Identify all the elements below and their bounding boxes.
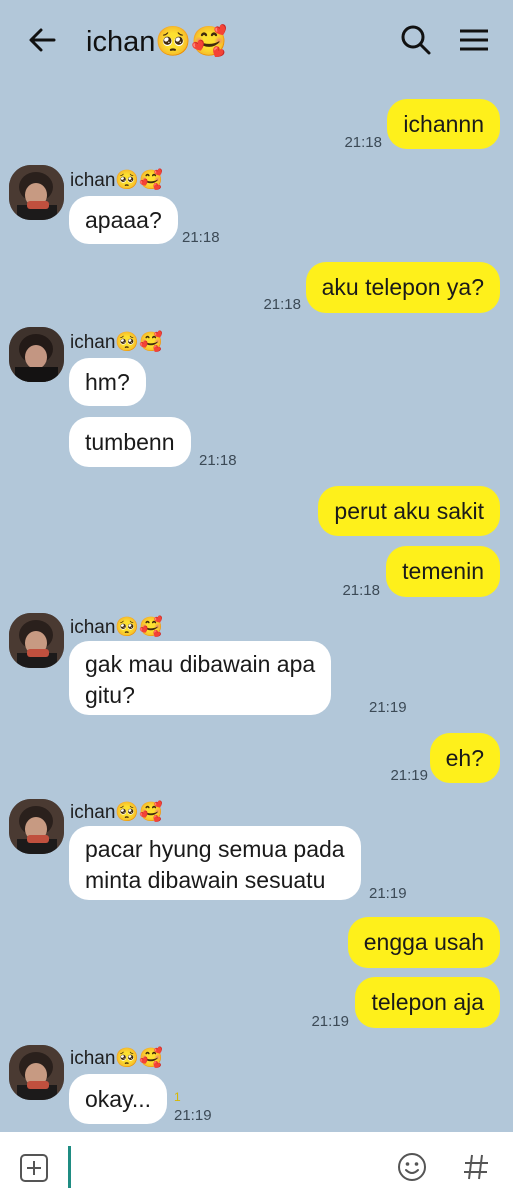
avatar-photo	[9, 799, 64, 854]
message-text: tumbenn	[85, 428, 175, 455]
avatar-photo	[9, 327, 64, 382]
sender-name: ichan🥺🥰	[70, 1048, 163, 1069]
message-time: 21:18	[263, 296, 301, 313]
message-bubble-received[interactable]: apaaa?	[69, 196, 178, 244]
message-bubble-sent[interactable]: aku telepon ya?	[305, 262, 500, 313]
message-bubble-received[interactable]: gak mau dibawain apa gitu?	[69, 641, 332, 715]
sender-name: ichan🥺🥰	[70, 617, 163, 638]
message-text: aku telepon ya?	[321, 274, 484, 300]
sender-name: ichan🥺🥰	[70, 802, 163, 823]
message-text-line: pacar hyung semua pada	[85, 836, 345, 862]
message-bubble-sent[interactable]: telepon aja	[355, 977, 500, 1028]
message-time: 21:19	[369, 699, 407, 716]
message-input-field[interactable]	[68, 1146, 71, 1188]
message-time: 21:18	[344, 134, 382, 151]
message-time: 21:18	[342, 582, 380, 599]
avatar-photo	[9, 165, 64, 220]
message-text: perut aku sakit	[334, 497, 484, 524]
arrow-left-icon[interactable]	[26, 24, 58, 56]
message-time: 21:19	[311, 1013, 349, 1030]
message-time: 21:18	[182, 229, 220, 246]
message-bubble-sent[interactable]: ichannn	[387, 99, 500, 149]
avatar[interactable]	[9, 327, 64, 382]
message-text-line: gitu?	[85, 682, 135, 708]
message-time: 21:19	[174, 1107, 212, 1124]
avatar[interactable]	[9, 1045, 64, 1100]
sender-name: ichan🥺🥰	[70, 170, 163, 191]
message-input-bar	[0, 1132, 513, 1200]
chat-header: ichan🥺🥰	[0, 0, 513, 84]
message-text: temenin	[402, 558, 484, 584]
message-bubble-sent[interactable]: perut aku sakit	[318, 486, 500, 536]
search-icon[interactable]	[398, 22, 434, 58]
message-text: engga usah	[363, 929, 484, 955]
message-bubble-received[interactable]: okay...	[69, 1074, 168, 1124]
message-text: eh?	[445, 744, 484, 771]
message-bubble-sent[interactable]: eh?	[429, 733, 500, 783]
sender-name: ichan🥺🥰	[70, 332, 163, 353]
message-text-line: minta dibawain sesuatu	[85, 867, 326, 893]
unread-count-badge: 1	[174, 1090, 181, 1104]
message-text: apaaa?	[85, 206, 162, 233]
smiley-icon[interactable]	[396, 1151, 428, 1183]
message-time: 21:18	[199, 452, 237, 469]
plus-square-icon[interactable]	[19, 1153, 49, 1183]
avatar-photo	[9, 613, 64, 668]
message-text: telepon aja	[371, 989, 484, 1015]
avatar[interactable]	[9, 613, 64, 668]
message-time: 21:19	[369, 885, 407, 902]
message-bubble-sent[interactable]: temenin	[386, 546, 500, 597]
message-bubble-received[interactable]: tumbenn	[69, 417, 191, 467]
message-bubble-received[interactable]: pacar hyung semua pada minta dibawain se…	[69, 826, 361, 900]
message-text: hm?	[85, 368, 130, 395]
hashtag-icon[interactable]	[460, 1151, 492, 1183]
avatar[interactable]	[9, 165, 64, 220]
message-text-line: gak mau dibawain apa	[85, 651, 316, 677]
message-text: ichannn	[403, 110, 484, 137]
hamburger-menu-icon[interactable]	[456, 22, 492, 58]
chat-title: ichan🥺🥰	[86, 26, 228, 58]
message-bubble-sent[interactable]: engga usah	[347, 917, 500, 968]
message-text: okay...	[85, 1085, 152, 1112]
avatar[interactable]	[9, 799, 64, 854]
message-time: 21:19	[390, 767, 428, 784]
message-bubble-received[interactable]: hm?	[69, 358, 146, 406]
avatar-photo	[9, 1045, 64, 1100]
